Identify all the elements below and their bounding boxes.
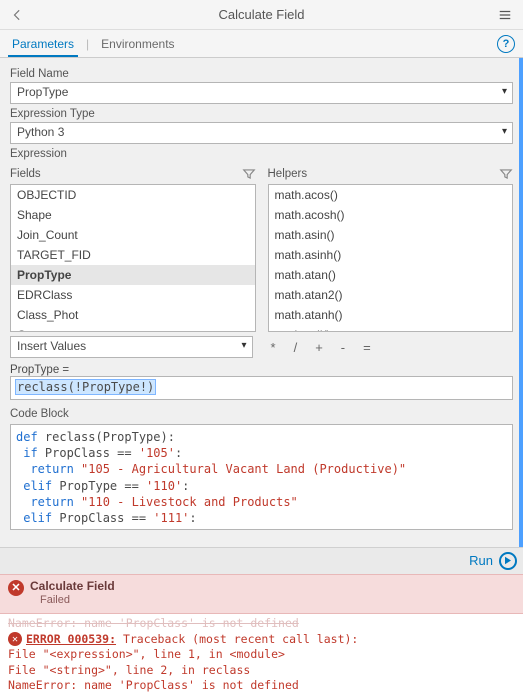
parameters-panel: Field Name PropType ▾ Expression Type Py… xyxy=(0,58,523,547)
error-icon: ✕ xyxy=(8,632,22,646)
insert-values-select[interactable]: Insert Values xyxy=(10,336,253,358)
list-item[interactable]: math.asin() xyxy=(269,225,513,245)
operator-button[interactable]: / xyxy=(294,340,298,355)
filter-icon[interactable] xyxy=(242,167,256,181)
play-icon xyxy=(499,552,517,570)
expression-equals-label: PropType = xyxy=(10,364,513,376)
list-item[interactable]: TARGET_FID xyxy=(11,245,255,265)
window-title: Calculate Field xyxy=(28,7,495,22)
run-bar: Run xyxy=(0,547,523,574)
fields-label: Fields xyxy=(10,168,41,180)
list-item[interactable]: math.acos() xyxy=(269,185,513,205)
hamburger-menu-icon[interactable] xyxy=(495,8,515,22)
operator-button[interactable]: = xyxy=(363,340,371,355)
error-details: NameError: name 'PropClass' is not defin… xyxy=(0,614,523,700)
error-title: Calculate Field xyxy=(30,579,115,594)
back-button[interactable] xyxy=(8,8,28,22)
trace-line: File "<string>", line 2, in reclass xyxy=(8,663,515,679)
code-block-label: Code Block xyxy=(10,408,513,420)
trace-line: File "<expression>", line 1, in <module> xyxy=(8,647,515,663)
expression-type-select[interactable]: Python 3 xyxy=(10,122,513,144)
expression-text: reclass(!PropType!) xyxy=(16,380,155,394)
trace-line: Traceback (most recent call last): xyxy=(116,632,358,646)
helpers-label: Helpers xyxy=(268,168,308,180)
fields-listbox[interactable]: OBJECTIDShapeJoin_CountTARGET_FIDPropTyp… xyxy=(10,184,256,332)
list-item[interactable]: Shape xyxy=(11,205,255,225)
error-code-link[interactable]: ERROR 000539: xyxy=(26,632,116,646)
error-banner: ✕ Calculate Field Failed xyxy=(0,574,523,615)
expression-label: Expression xyxy=(10,148,513,160)
tab-bar: Parameters | Environments ? xyxy=(0,30,523,58)
code-block-input[interactable]: def reclass(PropType): if PropClass == '… xyxy=(10,424,513,530)
operator-button[interactable]: + xyxy=(315,340,323,355)
tab-separator: | xyxy=(86,37,89,51)
list-item[interactable]: math.atanh() xyxy=(269,305,513,325)
list-item[interactable]: math.acosh() xyxy=(269,205,513,225)
prev-error-line: NameError: name 'PropClass' is not defin… xyxy=(8,616,515,632)
list-item[interactable]: math.atan() xyxy=(269,265,513,285)
operator-button[interactable]: * xyxy=(271,340,276,355)
help-icon[interactable]: ? xyxy=(497,35,515,53)
run-button[interactable]: Run xyxy=(469,552,517,570)
operator-toolbar: * / + - = xyxy=(265,340,514,355)
operator-button[interactable]: - xyxy=(341,340,345,355)
list-item[interactable]: math.ceil() xyxy=(269,325,513,332)
run-label: Run xyxy=(469,553,493,568)
error-icon: ✕ xyxy=(8,580,24,596)
expression-input[interactable]: reclass(!PropType!) xyxy=(10,376,513,400)
list-item[interactable]: EDRClass xyxy=(11,285,255,305)
trace-line: NameError: name 'PropClass' is not defin… xyxy=(8,678,515,694)
helpers-listbox[interactable]: math.acos()math.acosh()math.asin()math.a… xyxy=(268,184,514,332)
field-name-label: Field Name xyxy=(10,68,513,80)
list-item[interactable]: OBJECTID xyxy=(11,185,255,205)
list-item[interactable]: Comments xyxy=(11,325,255,332)
expression-type-label: Expression Type xyxy=(10,108,513,120)
list-item[interactable]: math.atan2() xyxy=(269,285,513,305)
filter-icon[interactable] xyxy=(499,167,513,181)
list-item[interactable]: math.asinh() xyxy=(269,245,513,265)
list-item[interactable]: Join_Count xyxy=(11,225,255,245)
list-item[interactable]: Class_Phot xyxy=(11,305,255,325)
titlebar: Calculate Field xyxy=(0,0,523,30)
list-item[interactable]: PropType xyxy=(11,265,255,285)
error-status: Failed xyxy=(40,594,115,608)
panel-scroll-indicator xyxy=(519,58,523,547)
tab-parameters[interactable]: Parameters xyxy=(8,31,78,57)
tab-environments[interactable]: Environments xyxy=(97,31,178,57)
field-name-select[interactable]: PropType xyxy=(10,82,513,104)
